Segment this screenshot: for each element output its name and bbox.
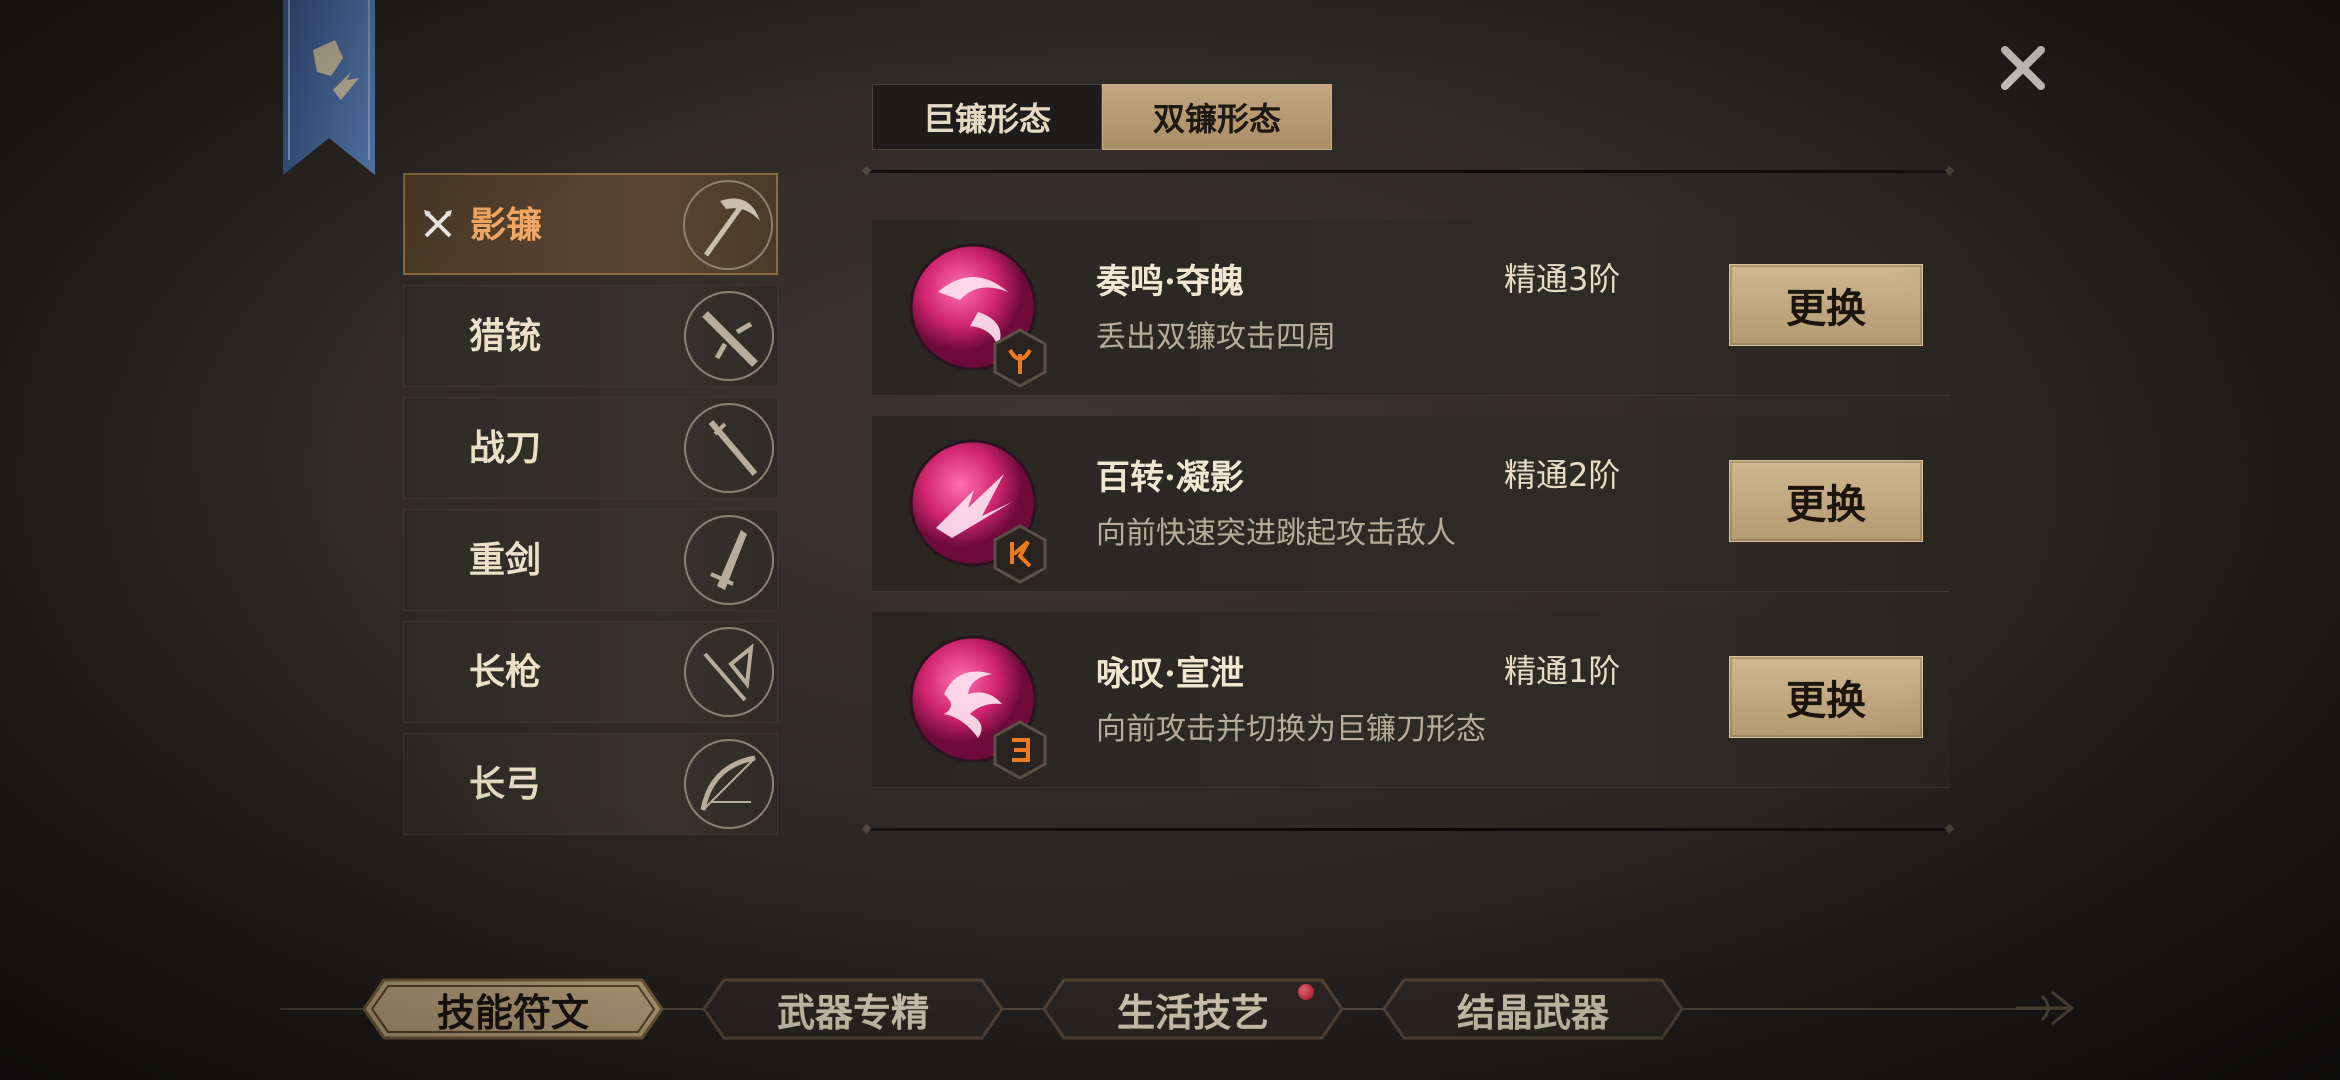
weapon-label: 影镰 (470, 204, 543, 246)
weapon-label: 长枪 (469, 651, 542, 693)
skill-row: 百转·凝影 精通2阶 向前快速突进跳起攻击敌人 更换 (872, 416, 1950, 592)
tab-skill-runes[interactable]: 技能符文 (350, 974, 676, 1044)
weapon-item-longbow[interactable]: 长弓 (403, 733, 778, 835)
weapon-list: 影镰 猎铳 战刀 重剑 长枪 长弓 (403, 173, 778, 845)
tab-crystal-weapons[interactable]: 结晶武器 (1370, 974, 1696, 1044)
swap-button[interactable]: 更换 (1729, 656, 1923, 738)
spear-icon (684, 627, 774, 717)
weapon-label: 猎铳 (469, 315, 542, 357)
tab-dual-scythe-form[interactable]: 双镰形态 (1102, 84, 1332, 150)
close-icon[interactable] (1995, 40, 2051, 96)
skill-description: 向前攻击并切换为巨镰刀形态 (1096, 712, 1486, 747)
crossed-swords-icon (424, 210, 452, 238)
notification-dot (1298, 984, 1314, 1000)
tab-label: 技能符文 (436, 989, 589, 1035)
skill-name: 奏鸣·夺魄 (1096, 262, 1244, 302)
weapon-label: 重剑 (469, 539, 542, 581)
divider-bottom (866, 828, 1950, 831)
skill-description: 向前快速突进跳起攻击敌人 (1096, 516, 1456, 551)
hook-rune-badge (993, 720, 1047, 780)
skill-row: 奏鸣·夺魄 精通3阶 丢出双镰攻击四周 更换 (872, 220, 1950, 396)
form-tabs: 巨镰形态 双镰形态 (872, 84, 1332, 150)
skill-level: 精通1阶 (1504, 652, 1621, 690)
ornament-icon (2016, 990, 2075, 1026)
swap-button[interactable]: 更换 (1729, 264, 1923, 346)
tab-giant-scythe-form[interactable]: 巨镰形态 (872, 84, 1102, 150)
scythe-icon (683, 180, 773, 270)
weapon-item-shadow-scythe[interactable]: 影镰 (403, 173, 778, 275)
tab-label: 结晶武器 (1456, 989, 1609, 1035)
tab-label: 武器专精 (776, 989, 929, 1035)
tab-life-skills[interactable]: 生活技艺 (1030, 974, 1356, 1044)
weapon-item-greatsword[interactable]: 重剑 (403, 509, 778, 611)
trident-rune-badge (993, 328, 1047, 388)
divider-top (866, 170, 1950, 173)
tab-weapon-mastery[interactable]: 武器专精 (690, 974, 1016, 1044)
weapon-label: 战刀 (469, 427, 542, 469)
skill-level: 精通2阶 (1504, 456, 1621, 494)
lightning-rune-badge (993, 524, 1047, 584)
swap-button[interactable]: 更换 (1729, 460, 1923, 542)
bottom-nav: 技能符文 武器专精 生活技艺 结晶武器 (350, 974, 1696, 1044)
guild-banner (283, 0, 375, 175)
blade-icon (684, 403, 774, 493)
weapon-item-spear[interactable]: 长枪 (403, 621, 778, 723)
weapon-label: 长弓 (469, 763, 542, 805)
gun-icon (684, 291, 774, 381)
weapon-item-hunting-gun[interactable]: 猎铳 (403, 285, 778, 387)
tab-label: 生活技艺 (1116, 989, 1269, 1035)
skill-description: 丢出双镰攻击四周 (1096, 320, 1336, 355)
skill-name: 百转·凝影 (1096, 458, 1244, 498)
skill-name: 咏叹·宣泄 (1096, 654, 1244, 694)
skill-row: 咏叹·宣泄 精通1阶 向前攻击并切换为巨镰刀形态 更换 (872, 612, 1950, 788)
greatsword-icon (684, 515, 774, 605)
skill-level: 精通3阶 (1504, 260, 1621, 298)
bow-icon (684, 739, 774, 829)
weapon-item-war-blade[interactable]: 战刀 (403, 397, 778, 499)
